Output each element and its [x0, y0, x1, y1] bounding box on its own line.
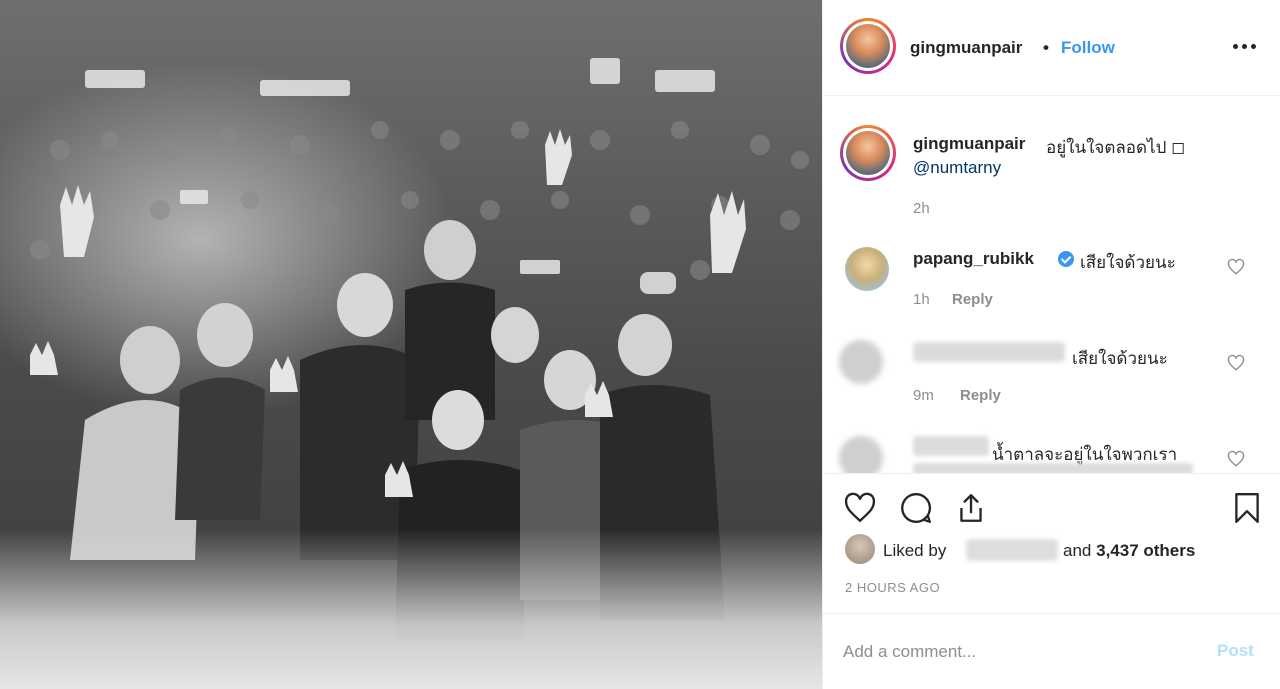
more-horizontal-icon[interactable]	[1233, 36, 1259, 56]
caption-avatar[interactable]	[840, 125, 896, 181]
share-icon[interactable]	[954, 491, 988, 525]
post-sidebar: gingmuanpair • Follow gingmuanpair อยู่ใ…	[822, 0, 1280, 689]
comment-time: 1h	[913, 291, 930, 308]
author-avatar[interactable]	[840, 18, 896, 74]
caption-time: 2h	[913, 200, 930, 217]
post-timestamp: 2 HOURS AGO	[845, 580, 941, 595]
comment-like-heart-icon[interactable]	[1227, 354, 1245, 372]
add-comment-input[interactable]	[843, 640, 1183, 664]
separator-dot: •	[1043, 38, 1049, 57]
redacted-liker-name	[966, 539, 1058, 561]
caption-text: อยู่ในใจตลอดไป ◻	[1046, 138, 1186, 157]
comment-text: เสียใจด้วยนะ	[1072, 349, 1168, 368]
add-comment-bar: Post	[823, 613, 1280, 689]
reply-button[interactable]: Reply	[952, 291, 993, 308]
caption-mention-link[interactable]: @numtarny	[913, 158, 1001, 178]
comment-like-heart-icon[interactable]	[1227, 258, 1245, 276]
comments-list: gingmuanpair อยู่ในใจตลอดไป ◻ @numtarny …	[823, 97, 1280, 473]
comment-like-heart-icon[interactable]	[1227, 450, 1245, 468]
reply-button[interactable]: Reply	[960, 387, 1001, 404]
liked-by-prefix: Liked by	[883, 541, 947, 560]
liker-avatar[interactable]	[845, 534, 875, 564]
comment-text: เสียใจด้วยนะ	[1080, 253, 1176, 272]
post-button[interactable]: Post	[1217, 641, 1254, 661]
comment-avatar[interactable]	[839, 340, 883, 384]
likes-connector: and	[1063, 541, 1092, 560]
comment-time: 9m	[913, 387, 934, 404]
redacted-username	[913, 342, 1065, 362]
author-username[interactable]: gingmuanpair	[910, 38, 1022, 58]
caption-username[interactable]: gingmuanpair	[913, 134, 1025, 154]
heart-icon[interactable]	[843, 491, 877, 525]
comment-username[interactable]: papang_rubikk	[913, 249, 1034, 269]
post-actions: Liked by and 3,437 others 2 HOURS AGO	[823, 473, 1280, 613]
comment-avatar[interactable]	[839, 436, 883, 473]
bookmark-icon[interactable]	[1230, 491, 1264, 525]
likes-others[interactable]: 3,437 others	[1096, 541, 1195, 560]
post-header: gingmuanpair • Follow	[823, 0, 1280, 96]
likes-count[interactable]: and 3,437 others	[1063, 541, 1195, 561]
stage-floor	[0, 529, 822, 689]
comment-icon[interactable]	[899, 491, 933, 525]
post-photo[interactable]	[0, 0, 822, 689]
redacted-username	[913, 436, 989, 456]
comment-text-overflow	[913, 463, 1193, 473]
verified-badge-icon	[1058, 251, 1074, 267]
comment-avatar[interactable]	[845, 247, 889, 291]
follow-button[interactable]: Follow	[1061, 38, 1115, 58]
